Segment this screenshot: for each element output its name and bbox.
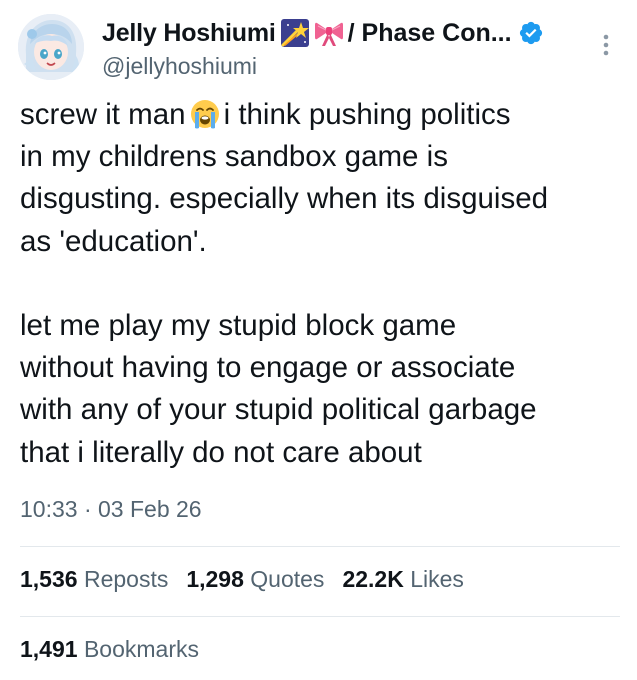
tweet-date[interactable]: 03 Feb 26	[98, 496, 202, 522]
author-handle[interactable]: @jellyhoshiumi	[102, 53, 257, 80]
display-name-suffix[interactable]: / Phase Con...	[348, 19, 512, 48]
avatar[interactable]	[18, 14, 84, 80]
engagement-stats: 1,536 Reposts 1,298 Quotes 22.2K Likes	[20, 566, 482, 593]
ribbon-icon	[314, 18, 344, 48]
likes-count: 22.2K	[342, 566, 404, 592]
quotes-stat[interactable]: 1,298 Quotes	[186, 566, 324, 593]
tweet-time[interactable]: 10:33	[20, 496, 78, 522]
divider	[20, 546, 620, 547]
likes-label: Likes	[410, 566, 464, 592]
tweet-line: in my childrens sandbox game is	[20, 140, 448, 174]
reposts-label: Reposts	[83, 566, 169, 592]
quotes-label: Quotes	[250, 566, 325, 592]
tweet-header: Jelly Hoshiumi / Phase Con... @jellyhosh…	[0, 0, 637, 90]
loudly-crying-face-icon	[189, 98, 221, 130]
tweet-line: with any of your stupid political garbag…	[20, 393, 537, 427]
tweet-line: let me play my stupid block game	[20, 308, 457, 342]
meta-separator: ·	[83, 496, 92, 522]
display-name[interactable]: Jelly Hoshiumi	[102, 19, 276, 48]
tweet-line: disgusting. especially when its disguise…	[20, 182, 549, 216]
tweet-line-text: screw it man	[20, 98, 186, 131]
avatar-image	[18, 14, 84, 80]
tweet-timestamp[interactable]: 10:33 · 03 Feb 26	[20, 496, 202, 523]
verified-badge-icon[interactable]	[518, 20, 544, 46]
tweet-line: screw it man i think pushing politics	[20, 94, 620, 136]
reposts-count: 1,536	[20, 566, 78, 592]
divider	[20, 616, 620, 617]
tweet-line: that i literally do not care about	[20, 435, 422, 469]
shooting-star-icon	[280, 18, 310, 48]
reposts-stat[interactable]: 1,536 Reposts	[20, 566, 168, 593]
tweet-line: as 'education'.	[20, 224, 207, 258]
bookmarks-count: 1,491	[20, 636, 78, 662]
author-name-row[interactable]: Jelly Hoshiumi / Phase Con...	[102, 16, 544, 50]
bookmarks-label: Bookmarks	[83, 636, 199, 662]
likes-stat[interactable]: 22.2K Likes	[342, 566, 463, 593]
bookmarks-stat[interactable]: 1,491 Bookmarks	[20, 636, 217, 663]
tweet-line: without having to engage or associate	[20, 351, 516, 385]
quotes-count: 1,298	[186, 566, 244, 592]
tweet-line-text: i think pushing politics	[223, 98, 511, 131]
tweet-text: screw it man i think pushing politics in …	[20, 94, 620, 474]
more-options-icon[interactable]	[596, 30, 616, 60]
